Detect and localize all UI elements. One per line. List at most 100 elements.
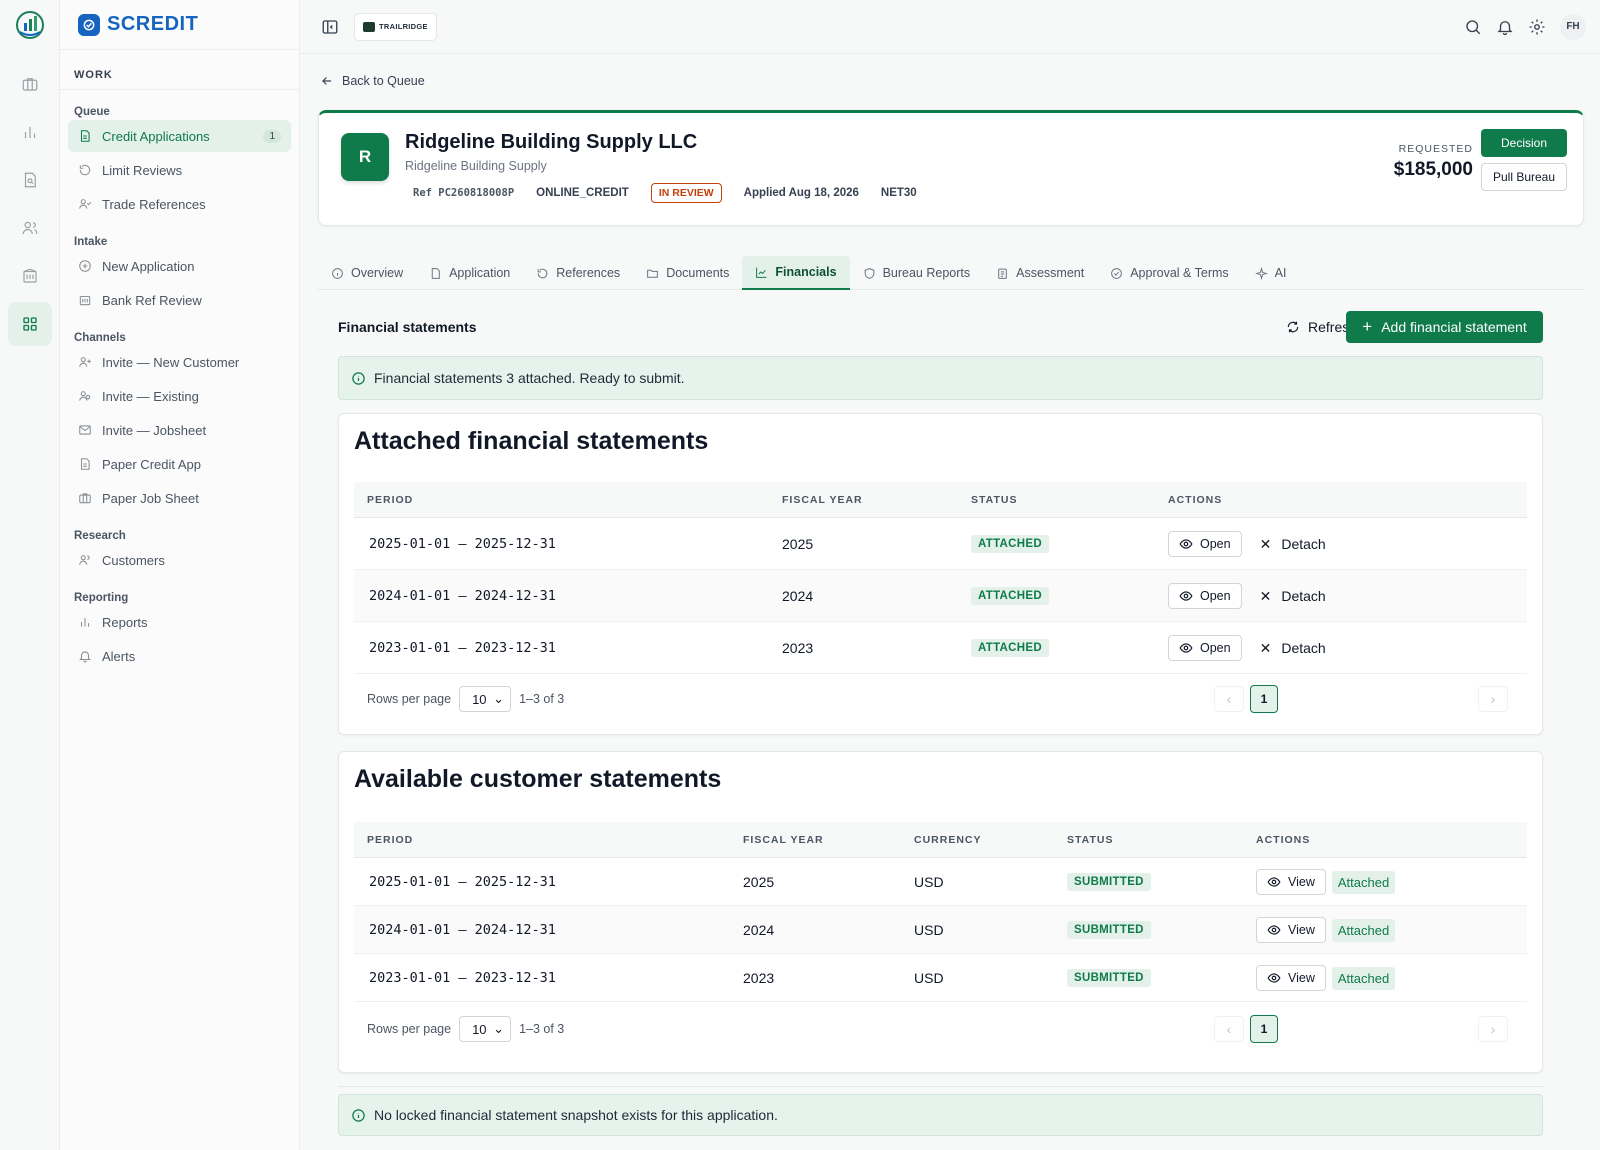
view-button[interactable]: View — [1256, 917, 1326, 943]
open-button[interactable]: Open — [1168, 635, 1242, 661]
plus-icon: + — [1362, 317, 1373, 336]
financials-section-title: Financial statements — [338, 319, 477, 335]
applicant-subname: Ridgeline Building Supply — [405, 159, 547, 173]
bell-icon — [79, 651, 91, 663]
detach-button[interactable]: ✕ Detach — [1260, 588, 1326, 605]
page-number-button[interactable]: 1 — [1250, 685, 1278, 713]
card-title: Available customer statements — [354, 765, 722, 793]
bar-chart-icon — [24, 126, 35, 138]
attached-tag: Attached — [1331, 918, 1396, 942]
open-button[interactable]: Open — [1168, 531, 1242, 557]
rail-bank-button[interactable] — [8, 254, 52, 298]
status-badge: ATTACHED — [971, 639, 1049, 657]
briefcase-icon — [22, 78, 37, 91]
brand[interactable]: SCREDIT — [60, 0, 299, 50]
arrow-left-icon — [322, 77, 332, 85]
user-check-icon — [79, 199, 92, 209]
column-header: PERIOD — [367, 834, 414, 846]
tab-references[interactable]: References — [523, 256, 633, 290]
next-page-button[interactable]: › — [1478, 1016, 1508, 1042]
sidebar-item-invite-jobsheet[interactable]: Invite — Jobsheet — [68, 414, 291, 446]
rail-reports-button[interactable] — [8, 110, 52, 154]
fiscal-year-cell: 2024 — [782, 588, 814, 604]
sidebar-item-bank-ref-review[interactable]: Bank Ref Review — [68, 284, 291, 316]
user-avatar[interactable]: FH — [1560, 13, 1586, 40]
tab-label: Overview — [351, 266, 404, 280]
refresh-icon — [79, 164, 91, 176]
detach-label: Detach — [1281, 640, 1326, 656]
prev-page-button[interactable]: ‹ — [1214, 686, 1244, 712]
requested-label: REQUESTED — [1398, 143, 1473, 155]
search-icon[interactable] — [1464, 18, 1482, 36]
status-badge: ATTACHED — [971, 587, 1049, 605]
sidebar-item-invite-new-customer[interactable]: Invite — New Customer — [68, 346, 291, 378]
tab-application[interactable]: Application — [416, 256, 523, 290]
icon-rail — [0, 0, 60, 1150]
rail-users-button[interactable] — [8, 206, 52, 250]
sidebar-item-limit-reviews[interactable]: Limit Reviews — [68, 154, 291, 186]
sidebar-item-alerts[interactable]: Alerts — [68, 640, 291, 672]
document-icon — [80, 130, 90, 142]
sidebar-item-paper-job-sheet[interactable]: Paper Job Sheet — [68, 482, 291, 514]
application-header-card: R Ridgeline Building Supply LLC Ridgelin… — [318, 110, 1584, 226]
chevron-down-icon: ⌄ — [493, 1021, 505, 1036]
sidebar-item-paper-credit-app[interactable]: Paper Credit App — [68, 448, 291, 480]
gear-icon[interactable] — [1528, 18, 1546, 36]
status-badge: SUBMITTED — [1067, 873, 1151, 891]
attached-statements-card: Attached financial statements PERIOD FIS… — [338, 413, 1543, 735]
sidebar-item-label: Credit Applications — [102, 128, 210, 144]
topbar: TRAILRIDGE FH — [300, 0, 1600, 54]
sidebar-item-reports[interactable]: Reports — [68, 606, 291, 638]
folder-icon — [647, 269, 659, 278]
chevron-down-icon: ⌄ — [493, 691, 505, 706]
open-button[interactable]: Open — [1168, 583, 1242, 609]
bell-icon[interactable] — [1496, 18, 1514, 36]
rail-apps-button[interactable] — [7, 302, 52, 346]
pagination: Rows per page 10 ⌄ 1–3 of 3 ‹ 1 › — [354, 1004, 1527, 1054]
table-row: 2023-01-01 – 2023-12-31 2023 ATTACHED Op… — [354, 622, 1527, 674]
table-header: PERIOD FISCAL YEAR CURRENCY STATUS ACTIO… — [354, 822, 1527, 858]
tab-documents[interactable]: Documents — [633, 256, 742, 290]
add-financial-statement-button[interactable]: + Add financial statement — [1346, 311, 1543, 343]
prev-page-button[interactable]: ‹ — [1214, 1016, 1244, 1042]
sidebar-group-research: Research — [74, 530, 126, 542]
tab-bureau-reports[interactable]: Bureau Reports — [850, 256, 984, 290]
pull-bureau-button[interactable]: Pull Bureau — [1481, 163, 1567, 191]
tab-ai[interactable]: AI — [1242, 256, 1300, 290]
sidebar-item-customers[interactable]: Customers — [68, 544, 291, 576]
back-to-queue-link[interactable]: Back to Queue — [320, 74, 425, 88]
decision-button[interactable]: Decision — [1481, 129, 1567, 157]
sidebar-item-new-application[interactable]: New Application — [68, 250, 291, 282]
eye-icon — [1267, 925, 1281, 935]
tab-financials[interactable]: Financials — [742, 256, 850, 290]
tab-approval-terms[interactable]: Approval & Terms — [1097, 256, 1241, 290]
period-cell: 2024-01-01 – 2024-12-31 — [369, 588, 556, 604]
sidebar-toggle-button[interactable] — [318, 15, 342, 39]
rows-per-page-select[interactable]: 10 ⌄ — [459, 1016, 512, 1042]
tab-assessment[interactable]: Assessment — [983, 256, 1097, 290]
sidebar-group-queue: Queue — [74, 106, 110, 118]
app-logo-icon[interactable] — [15, 10, 45, 40]
rail-documents-button[interactable] — [8, 158, 52, 202]
detach-button[interactable]: ✕ Detach — [1260, 640, 1326, 657]
rail-briefcase-button[interactable] — [8, 62, 52, 106]
next-page-button[interactable]: › — [1478, 686, 1508, 712]
info-icon — [332, 267, 343, 279]
document-icon — [80, 458, 90, 470]
page-number-button[interactable]: 1 — [1250, 1015, 1278, 1043]
available-statements-card: Available customer statements PERIOD FIS… — [338, 751, 1543, 1073]
column-header: ACTIONS — [1168, 494, 1223, 506]
sidebar-item-trade-references[interactable]: Trade References — [68, 188, 291, 220]
close-icon: ✕ — [1259, 639, 1272, 656]
sidebar-item-credit-applications[interactable]: Credit Applications 1 — [68, 120, 291, 152]
tab-label: Assessment — [1016, 266, 1085, 280]
tab-label: References — [556, 266, 621, 280]
view-button[interactable]: View — [1256, 965, 1326, 991]
detach-button[interactable]: ✕ Detach — [1260, 536, 1326, 553]
sidebar-item-label: Reports — [102, 614, 148, 630]
sidebar-item-invite-existing[interactable]: Invite — Existing — [68, 380, 291, 412]
org-switcher[interactable]: TRAILRIDGE — [354, 12, 437, 41]
tab-overview[interactable]: Overview — [318, 256, 416, 290]
view-button[interactable]: View — [1256, 869, 1326, 895]
rows-per-page-select[interactable]: 10 ⌄ — [459, 686, 512, 712]
